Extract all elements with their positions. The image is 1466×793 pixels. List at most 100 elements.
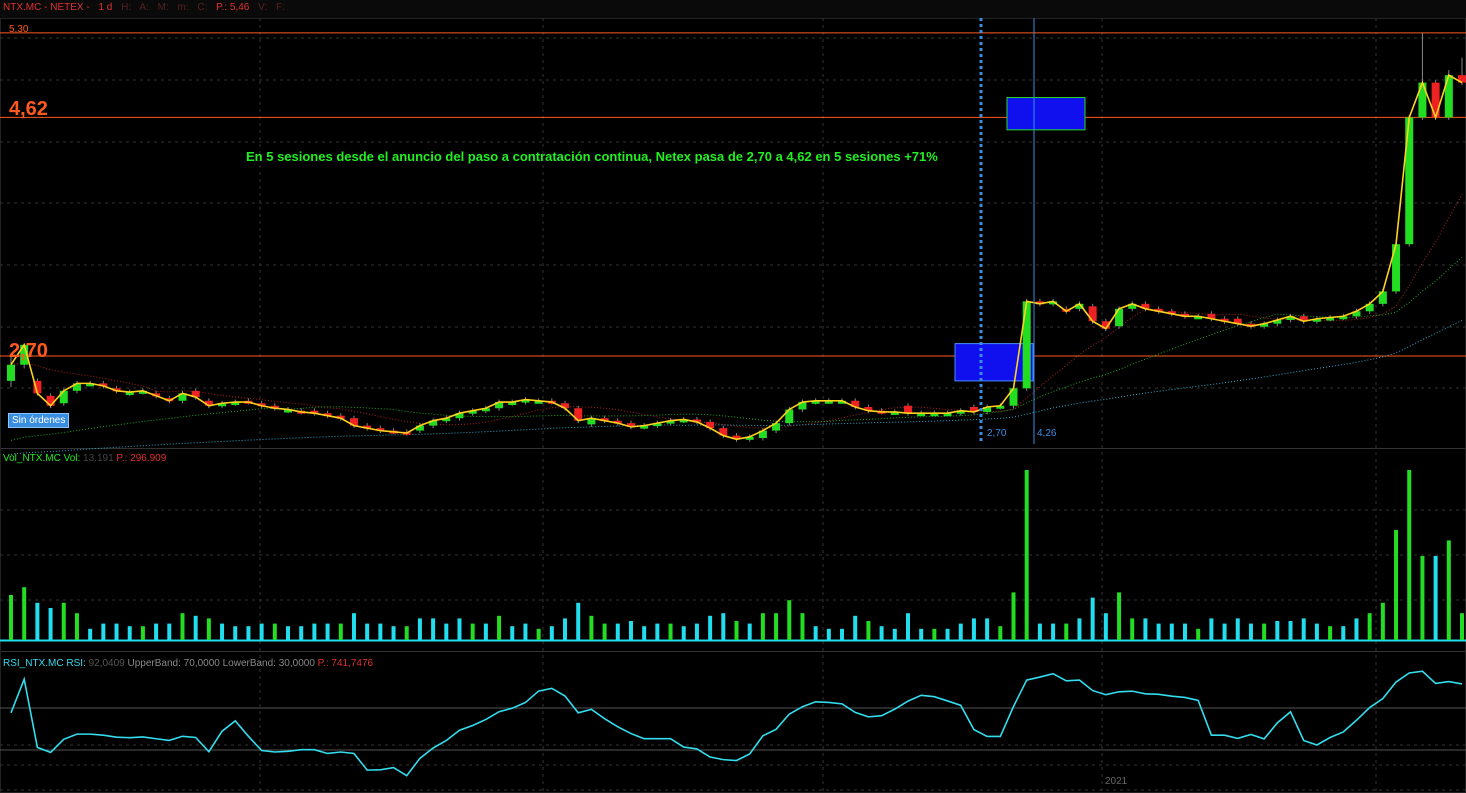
candle-up	[1405, 117, 1414, 245]
rsi-value: 92,0409	[88, 658, 125, 669]
volume-bar	[22, 587, 27, 640]
volume-bar	[1367, 613, 1372, 640]
volume-bar	[1117, 592, 1122, 640]
volume-bar	[391, 626, 396, 640]
volume-bar	[1077, 618, 1082, 640]
volume-bar	[1064, 623, 1069, 640]
volume-bar	[1024, 470, 1029, 640]
volume-bar	[1288, 621, 1293, 640]
header-symbol: NTX.MC - NETEX -	[3, 2, 90, 13]
volume-bar	[193, 615, 198, 640]
volume-bar	[417, 618, 422, 640]
volume-bar	[1130, 618, 1135, 640]
header-field-v: V:	[258, 2, 268, 13]
volume-bar	[1209, 618, 1214, 640]
level-label-resistance: 4,62	[9, 98, 48, 120]
volume-bar	[985, 618, 990, 640]
volume-bar	[338, 623, 343, 640]
volume-bar	[1446, 540, 1451, 640]
volume-bar	[1182, 623, 1187, 640]
volume-bar	[1460, 613, 1464, 640]
volume-bar	[1051, 623, 1056, 640]
volume-bar	[971, 618, 976, 640]
volume-bar	[549, 626, 554, 640]
header-field-a: A:	[139, 2, 149, 13]
volume-bar	[1090, 597, 1095, 640]
volume-bar	[1394, 530, 1399, 640]
candlesticks	[7, 32, 1466, 442]
rsi-upper-band: UpperBand: 70,0000	[127, 658, 220, 669]
volume-bar	[1222, 623, 1227, 640]
volume-bar	[483, 623, 488, 640]
header-field-h: H:	[121, 2, 132, 13]
volume-bar	[721, 613, 726, 640]
volume-bar	[602, 623, 607, 640]
rsi-panel-header: RSI_NTX.MC RSI: 92,0409 UpperBand: 70,00…	[3, 658, 373, 669]
volume-bar	[694, 623, 699, 640]
close-line	[10, 73, 1463, 441]
volume-bar	[932, 628, 937, 640]
header-field-m: M:	[157, 2, 169, 13]
volume-bar	[734, 621, 739, 640]
level-label-top: 5,30	[9, 24, 29, 35]
volume-bar	[536, 628, 541, 640]
rsi-line	[10, 670, 1463, 777]
header-last-price: P.: 5,46	[216, 2, 250, 13]
volume-bar	[220, 623, 225, 640]
volume-bar	[615, 623, 620, 640]
chart-background	[0, 0, 1466, 793]
volume-bar	[1328, 626, 1333, 640]
volume-bar	[853, 615, 858, 640]
volume-bar	[299, 626, 304, 640]
volume-bar	[206, 618, 211, 640]
volume-p-label: P.: 296.909	[116, 453, 167, 464]
volume-bar	[879, 626, 884, 640]
marker-left-label: 2,70	[987, 428, 1007, 439]
candle-down	[1088, 306, 1097, 322]
volume-bar	[892, 628, 897, 640]
header-field-f: F:	[276, 2, 285, 13]
chart-header: NTX.MC - NETEX - 1 d H: A: M: m: C: P.: …	[3, 2, 291, 13]
candle-up	[1115, 308, 1124, 327]
candle-up	[7, 364, 15, 381]
volume-bar	[774, 613, 779, 640]
volume-value: 13.191	[83, 453, 114, 464]
volume-bar	[1433, 556, 1438, 640]
volume-bar	[840, 628, 845, 640]
volume-bar	[1037, 623, 1042, 640]
highlight-box-breakout	[954, 343, 1034, 382]
no-orders-button[interactable]: Sin órdenes	[8, 413, 70, 428]
volume-bar	[1354, 618, 1359, 640]
volume-name: Vol_NTX.MC	[3, 453, 61, 464]
moving-average-20	[10, 257, 1463, 441]
volume-bar	[154, 623, 159, 640]
volume-bar	[628, 621, 633, 640]
volume-bar	[945, 628, 950, 640]
volume-bar	[1143, 618, 1148, 640]
rsi-lower-band: LowerBand: 30,0000	[222, 658, 315, 669]
volume-bar	[787, 600, 792, 640]
volume-bar	[681, 626, 686, 640]
price-levels	[0, 32, 1466, 357]
volume-bar	[1248, 623, 1253, 640]
level-label-support: 2,70	[9, 340, 48, 362]
marker-right-label: 4,26	[1037, 428, 1057, 439]
volume-bar	[431, 618, 436, 640]
volume-panel-header: Vol_NTX.MC Vol: 13.191 P.: 296.909	[3, 453, 166, 464]
rsi-field: RSI:	[66, 658, 86, 669]
volume-bar	[642, 626, 647, 640]
volume-bar	[140, 626, 145, 640]
volume-bar	[826, 628, 831, 640]
volume-bar	[1262, 623, 1267, 640]
volume-bar	[272, 623, 277, 640]
volume-bar	[1169, 623, 1174, 640]
volume-bar	[286, 626, 291, 640]
volume-bar	[1380, 602, 1385, 640]
volume-bar	[563, 618, 568, 640]
stock-chart	[0, 0, 1466, 793]
volume-bar	[312, 623, 317, 640]
volume-bar	[655, 623, 660, 640]
volume-bar	[866, 621, 871, 640]
volume-bar	[958, 623, 963, 640]
volume-bar	[747, 623, 752, 640]
